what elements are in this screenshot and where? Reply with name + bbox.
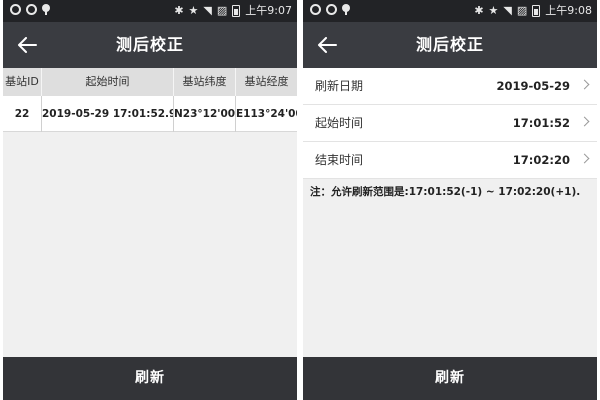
table-header: 基站ID 起始时间 基站纬度 基站经度	[3, 68, 297, 96]
sync-icon	[310, 4, 321, 15]
cell-latitude: N23°12'00"	[174, 96, 236, 132]
list-item-label: 起始时间	[315, 116, 364, 130]
status-time: 上午9:08	[545, 4, 592, 17]
column-header-station-id: 基站ID	[3, 68, 42, 96]
refresh-button[interactable]: 刷新	[303, 357, 597, 400]
signal-icon: ▨	[216, 4, 228, 17]
sync-icon	[10, 4, 21, 15]
sync-icon	[26, 4, 37, 15]
list-item-value: 17:02:20	[512, 153, 570, 167]
location-icon	[342, 4, 350, 15]
right-screen: ✱ ★ ◥ ▨ 上午9:08 测后校正 刷新日期 2019-05-29 起始时间…	[303, 0, 597, 400]
cell-longitude: E113°24'00"	[236, 108, 297, 120]
column-header-start-time: 起始时间	[42, 68, 174, 96]
bluetooth-icon: ✱	[474, 4, 484, 17]
column-header-latitude: 基站纬度	[174, 68, 236, 96]
location-icon	[42, 4, 50, 15]
star-icon: ★	[488, 4, 499, 17]
table-row[interactable]: 22 2019-05-29 17:01:52.915 N23°12'00" E1…	[3, 96, 297, 132]
status-time: 上午9:07	[245, 4, 292, 17]
star-icon: ★	[188, 4, 199, 17]
chevron-right-icon	[579, 116, 590, 127]
chevron-right-icon	[579, 153, 590, 164]
column-header-longitude: 基站经度	[244, 75, 289, 88]
list-item-label: 结束时间	[315, 153, 364, 167]
app-bar: 测后校正	[303, 22, 597, 68]
settings-list: 刷新日期 2019-05-29 起始时间 17:01:52 结束时间 17:02…	[303, 68, 597, 179]
status-bar: ✱ ★ ◥ ▨ 上午9:08	[303, 0, 597, 22]
cell-station-id: 22	[3, 96, 42, 132]
sync-icon	[326, 4, 337, 15]
page-title: 测后校正	[115, 35, 184, 54]
list-item-end-time[interactable]: 结束时间 17:02:20	[303, 142, 597, 179]
app-bar: 测后校正	[3, 22, 297, 68]
status-bar: ✱ ★ ◥ ▨ 上午9:07	[3, 0, 297, 22]
list-item-value: 2019-05-29	[496, 79, 570, 93]
list-item-label: 刷新日期	[315, 79, 364, 93]
page-title: 测后校正	[415, 35, 484, 54]
wifi-icon: ◥	[503, 4, 512, 17]
bluetooth-icon: ✱	[174, 4, 184, 17]
cell-start-time: 2019-05-29 17:01:52.915	[42, 96, 174, 132]
list-item-value: 17:01:52	[512, 116, 570, 130]
list-item-start-time[interactable]: 起始时间 17:01:52	[303, 105, 597, 142]
list-item-refresh-date[interactable]: 刷新日期 2019-05-29	[303, 68, 597, 105]
signal-icon: ▨	[516, 4, 528, 17]
left-screen: ✱ ★ ◥ ▨ 上午9:07 测后校正 基站ID 起始时间 基站纬度 基站经度 …	[3, 0, 297, 400]
battery-icon	[532, 5, 541, 17]
battery-icon	[232, 5, 241, 17]
wifi-icon: ◥	[203, 4, 212, 17]
chevron-right-icon	[579, 79, 590, 90]
range-note: 注：允许刷新范围是:17:01:52(-1) ~ 17:02:20(+1).	[310, 186, 581, 198]
refresh-button[interactable]: 刷新	[3, 357, 297, 400]
